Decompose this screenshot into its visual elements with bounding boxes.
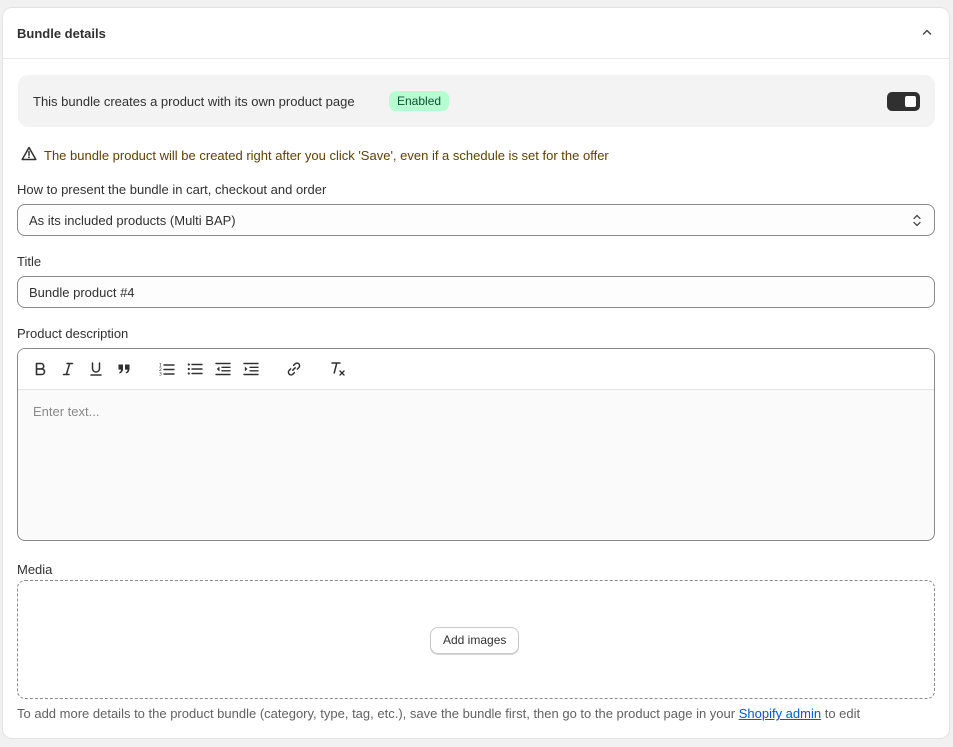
select-chevron-icon (912, 213, 922, 231)
presentation-select[interactable]: As its included products (Multi BAP) (17, 204, 935, 236)
title-input-value: Bundle product #4 (29, 285, 135, 300)
card-title: Bundle details (17, 26, 106, 41)
bold-icon[interactable] (31, 360, 49, 378)
product-page-toggle[interactable] (887, 92, 920, 111)
bullet-list-icon[interactable] (186, 360, 204, 378)
description-label: Product description (17, 326, 129, 341)
warning-message: The bundle product will be created right… (21, 146, 609, 164)
media-dropzone[interactable]: Add images (17, 580, 935, 699)
product-page-setting: This bundle creates a product with its o… (18, 75, 935, 127)
ordered-list-icon[interactable]: 123 (158, 360, 176, 378)
footer-text-before: To add more details to the product bundl… (17, 706, 739, 721)
italic-icon[interactable] (59, 360, 77, 378)
link-icon[interactable] (285, 360, 303, 378)
product-page-text: This bundle creates a product with its o… (33, 94, 355, 109)
footer-note: To add more details to the product bundl… (17, 706, 860, 721)
bundle-details-card: Bundle details This bundle creates a pro… (2, 7, 950, 739)
media-label: Media (17, 562, 53, 577)
presentation-label: How to present the bundle in cart, check… (17, 182, 327, 197)
outdent-icon[interactable] (214, 360, 232, 378)
footer-text-after: to edit (821, 706, 861, 721)
editor-toolbar: 123 (18, 349, 934, 390)
presentation-selected-value: As its included products (Multi BAP) (29, 213, 236, 228)
underline-icon[interactable] (87, 360, 105, 378)
toggle-knob (905, 96, 916, 107)
clear-format-icon[interactable] (329, 360, 347, 378)
indent-icon[interactable] (242, 360, 260, 378)
title-input[interactable]: Bundle product #4 (17, 276, 935, 308)
warning-text: The bundle product will be created right… (44, 147, 609, 163)
svg-text:3: 3 (159, 372, 162, 377)
shopify-admin-link[interactable]: Shopify admin (739, 706, 821, 721)
card-header[interactable]: Bundle details (3, 8, 949, 59)
warning-icon (21, 146, 37, 164)
add-images-button[interactable]: Add images (430, 627, 520, 654)
status-badge: Enabled (389, 91, 450, 111)
title-label: Title (17, 254, 42, 269)
quote-icon[interactable] (115, 360, 133, 378)
chevron-up-icon[interactable] (919, 24, 935, 40)
description-editor[interactable]: 123 Enter text... (17, 348, 935, 541)
description-placeholder: Enter text... (33, 404, 100, 419)
